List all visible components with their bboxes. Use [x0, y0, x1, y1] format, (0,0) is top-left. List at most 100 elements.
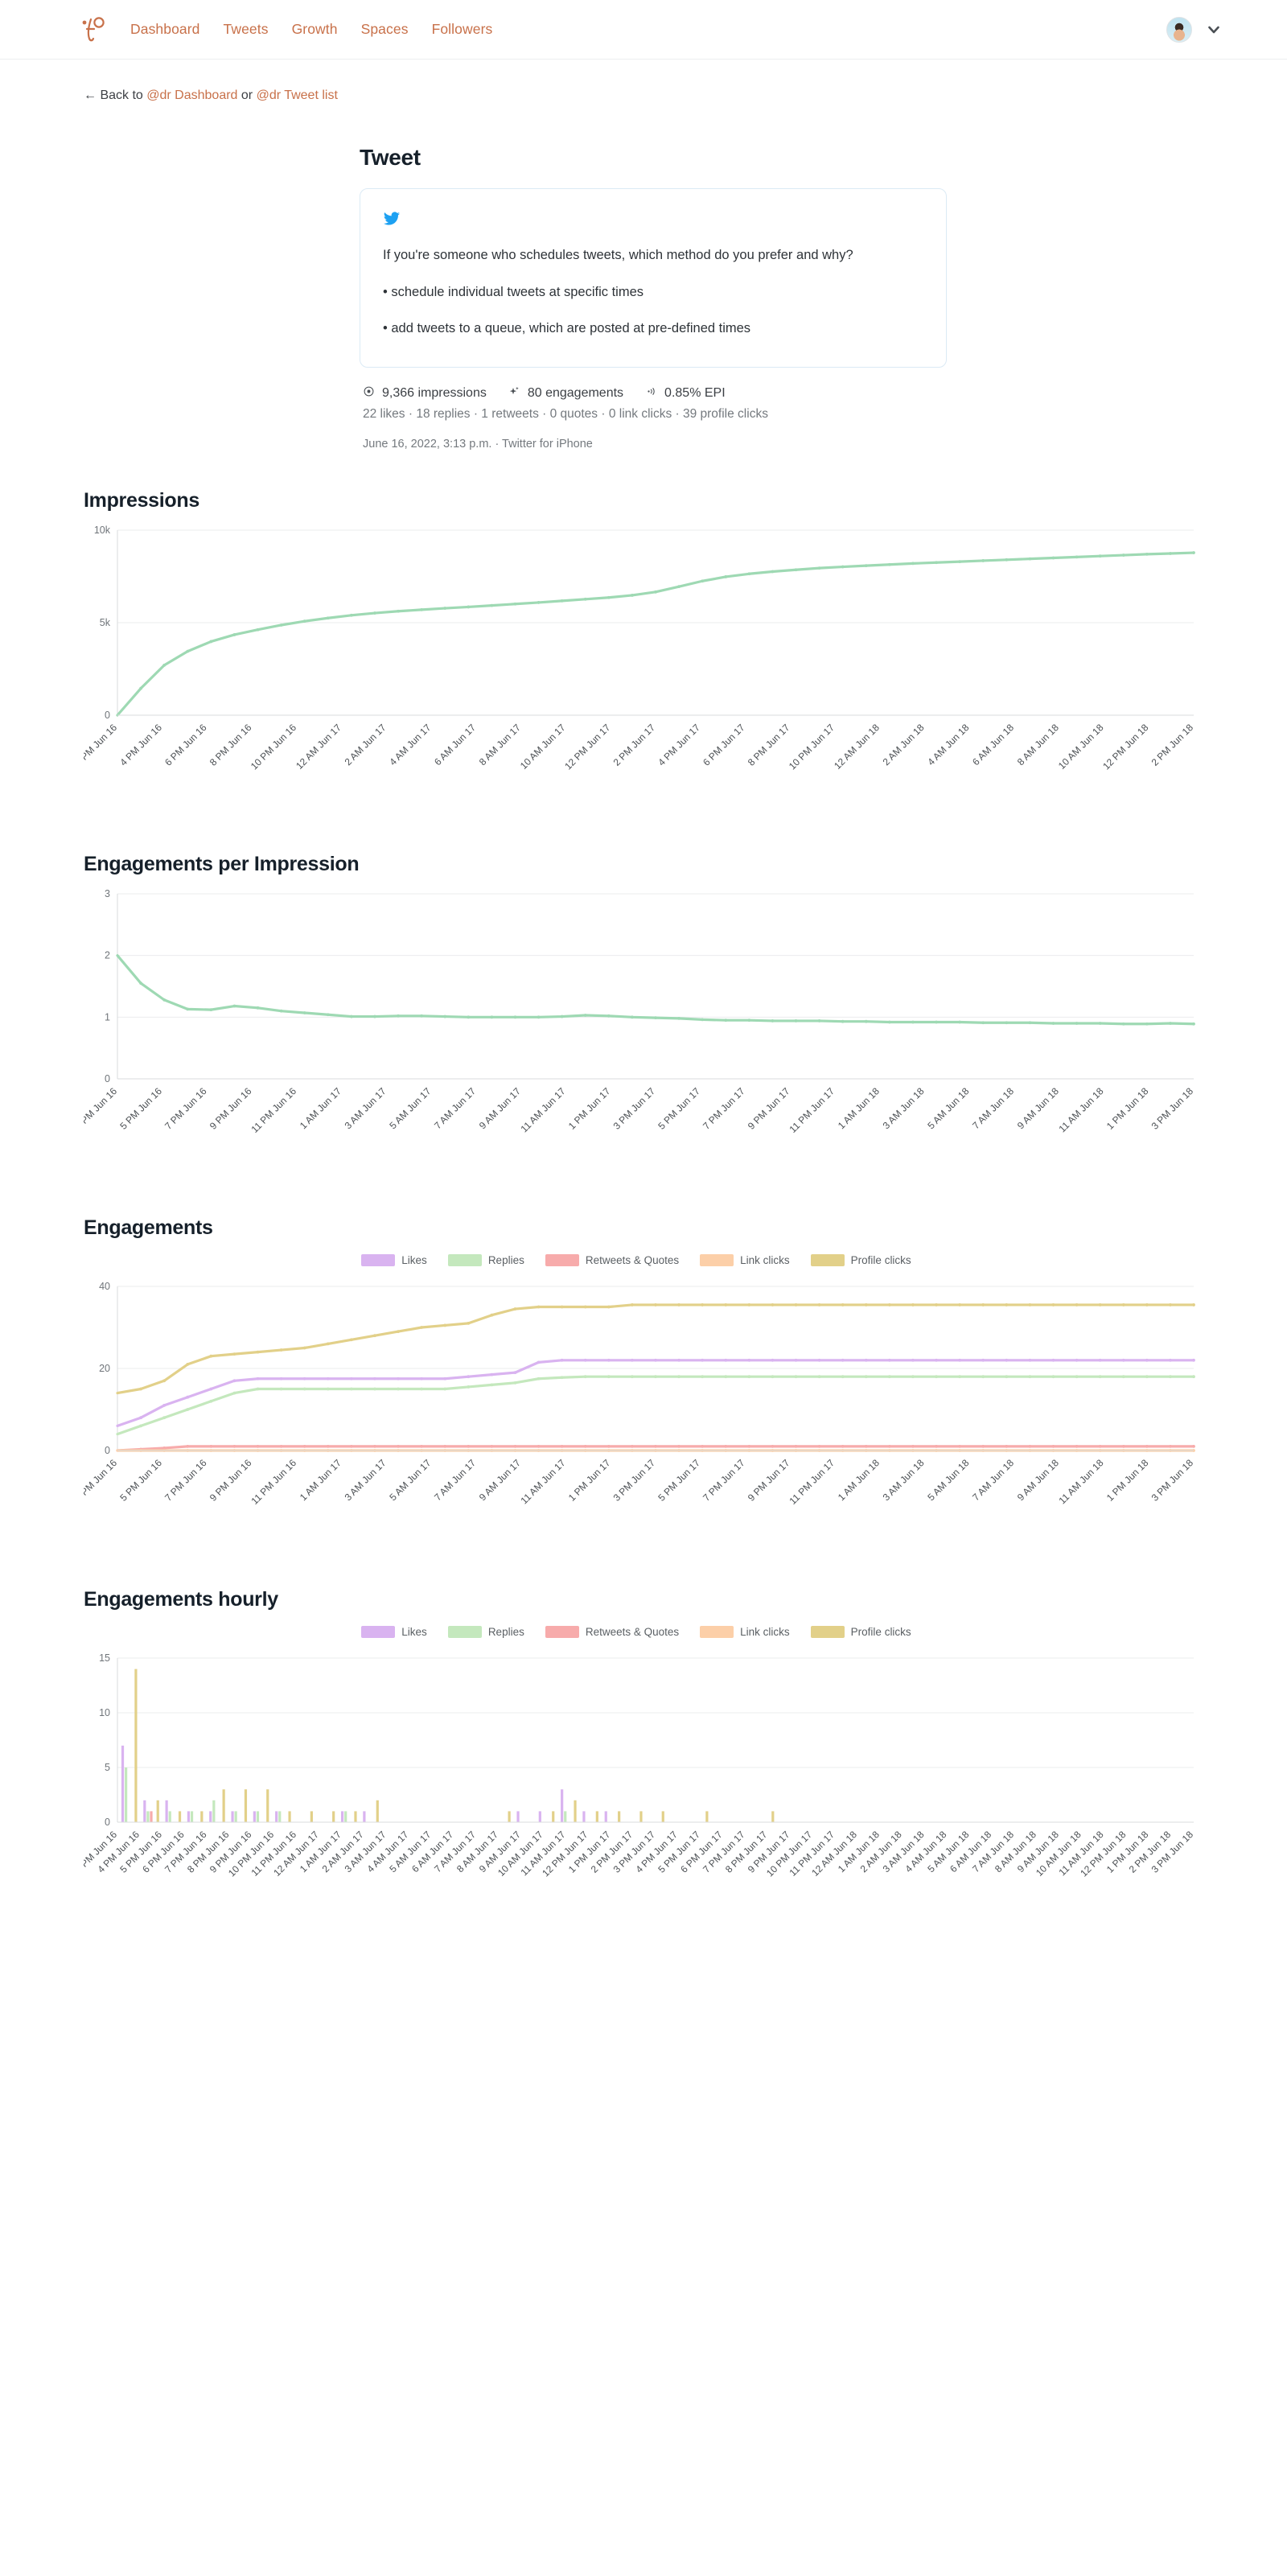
series-point [560, 1358, 564, 1362]
x-tick-label: 11 PM Jun 17 [787, 1457, 837, 1507]
bar [266, 1788, 269, 1822]
series-point [420, 1387, 424, 1391]
x-tick-label: 9 AM Jun 18 [1015, 1457, 1061, 1503]
series-point [139, 686, 142, 690]
series-point [887, 1374, 891, 1378]
bar [595, 1811, 598, 1822]
engagements-count: 80 engagements [527, 385, 624, 400]
tweet-card[interactable]: If you're someone who schedules tweets, … [360, 188, 947, 368]
series-point [326, 1376, 330, 1381]
series-point [981, 1444, 985, 1448]
series-point [1169, 1358, 1172, 1362]
series-point [467, 1444, 471, 1448]
series-point [771, 1018, 775, 1023]
series-point [1051, 1374, 1055, 1378]
bar [150, 1811, 153, 1822]
y-tick-label: 10 [99, 1707, 110, 1718]
nav-item-growth[interactable]: Growth [292, 21, 338, 38]
chart-title-engagements: Engagements [84, 1216, 213, 1239]
chart-section-engagements: Engagements Likes Replies Retweets & Quote… [0, 1216, 1287, 1549]
back-to-dashboard-link[interactable]: @dr Dashboard [146, 88, 237, 102]
series-point [887, 1302, 891, 1307]
series-point [279, 1348, 283, 1352]
plot-epi[interactable]: 01233 PM Jun 165 PM Jun 167 PM Jun 169 P… [84, 884, 1210, 1178]
back-to-tweet-list-link[interactable]: @dr Tweet list [257, 88, 338, 102]
series-point [537, 1015, 541, 1018]
series-point [677, 1358, 681, 1362]
series-point [162, 1403, 167, 1407]
series-point [631, 1015, 634, 1018]
nav-item-followers[interactable]: Followers [432, 21, 493, 38]
plot-engagements[interactable]: Likes Replies Retweets & Quotes Link clicks… [84, 1248, 1210, 1549]
series-point [864, 563, 868, 567]
tweet-breakdown-stats: 22 likes · 18 replies · 1 retweets · 0 q… [363, 406, 768, 421]
series-point [817, 1358, 821, 1362]
bar [582, 1811, 586, 1822]
bar [661, 1811, 664, 1822]
x-tick-label: 4 AM Jun 17 [387, 722, 433, 767]
series-point [326, 616, 330, 619]
series-point [186, 1407, 190, 1411]
avatar[interactable] [1166, 16, 1192, 43]
series-point [490, 1444, 494, 1448]
series-point [1169, 1374, 1172, 1378]
series-point [1169, 1021, 1172, 1025]
series-point [279, 1376, 283, 1381]
series-point [513, 1444, 517, 1448]
series-point [162, 998, 167, 1002]
series-point [397, 1376, 400, 1381]
series-point [631, 1302, 634, 1307]
series-point [958, 1358, 962, 1362]
series-point [420, 1325, 424, 1329]
tweet-paragraph-2: • schedule individual tweets at specific… [383, 284, 644, 299]
x-tick-label: 11 AM Jun 17 [518, 1457, 567, 1506]
bar [561, 1788, 564, 1822]
x-tick-label: 5 AM Jun 18 [925, 1457, 971, 1503]
x-tick-label: 2 AM Jun 18 [881, 722, 927, 767]
series-point [817, 1302, 821, 1307]
series-point [420, 607, 424, 611]
tweet-primary-stats: 9,366 impressions 80 engagements 0.85% E… [363, 385, 944, 401]
x-tick-label: 3 PM Jun 17 [611, 1457, 658, 1504]
series-point [935, 1374, 938, 1378]
x-tick-label: 9 AM Jun 17 [477, 1457, 523, 1503]
series-point [1028, 557, 1032, 561]
y-tick-label: 5k [100, 617, 111, 628]
series-point [841, 1358, 845, 1362]
bar [278, 1811, 282, 1822]
series-point [537, 1444, 541, 1448]
series-point [654, 1015, 657, 1019]
bar [564, 1811, 567, 1822]
series-point [1192, 1302, 1195, 1307]
tweet-section: Tweet If you're someone who schedules tw… [360, 103, 947, 451]
series-point [654, 1374, 657, 1378]
nav-item-tweets[interactable]: Tweets [224, 21, 269, 38]
series-point [935, 1358, 938, 1362]
series-point [677, 1302, 681, 1307]
series-point [1121, 1022, 1125, 1026]
series-point [1051, 1021, 1055, 1025]
x-tick-label: 3 AM Jun 18 [881, 1085, 927, 1131]
series-point [256, 1387, 260, 1391]
series-point [209, 1354, 213, 1358]
plot-impressions[interactable]: 05k10k3 PM Jun 164 PM Jun 166 PM Jun 168… [84, 521, 1210, 814]
x-tick-label: 9 PM Jun 16 [208, 1457, 254, 1504]
series-point [583, 1305, 587, 1309]
series-point [958, 1302, 962, 1307]
nav-item-dashboard[interactable]: Dashboard [130, 21, 200, 38]
series-point [1145, 552, 1149, 556]
account-menu[interactable] [1166, 16, 1252, 43]
series-point [326, 1342, 330, 1345]
series-point [747, 1018, 751, 1022]
series-point [209, 640, 213, 644]
plot-engagements-hourly[interactable]: Likes Replies Retweets & Quotes Link clicks… [84, 1619, 1210, 1921]
flo-logo-icon[interactable] [77, 14, 109, 46]
series-point [232, 1379, 236, 1382]
nav-item-spaces[interactable]: Spaces [361, 21, 409, 38]
series-point [162, 663, 167, 667]
series-point [887, 1444, 891, 1448]
series-point [606, 595, 611, 599]
chevron-down-icon[interactable] [1207, 23, 1221, 37]
series-point [537, 1376, 541, 1381]
bar [244, 1788, 248, 1822]
